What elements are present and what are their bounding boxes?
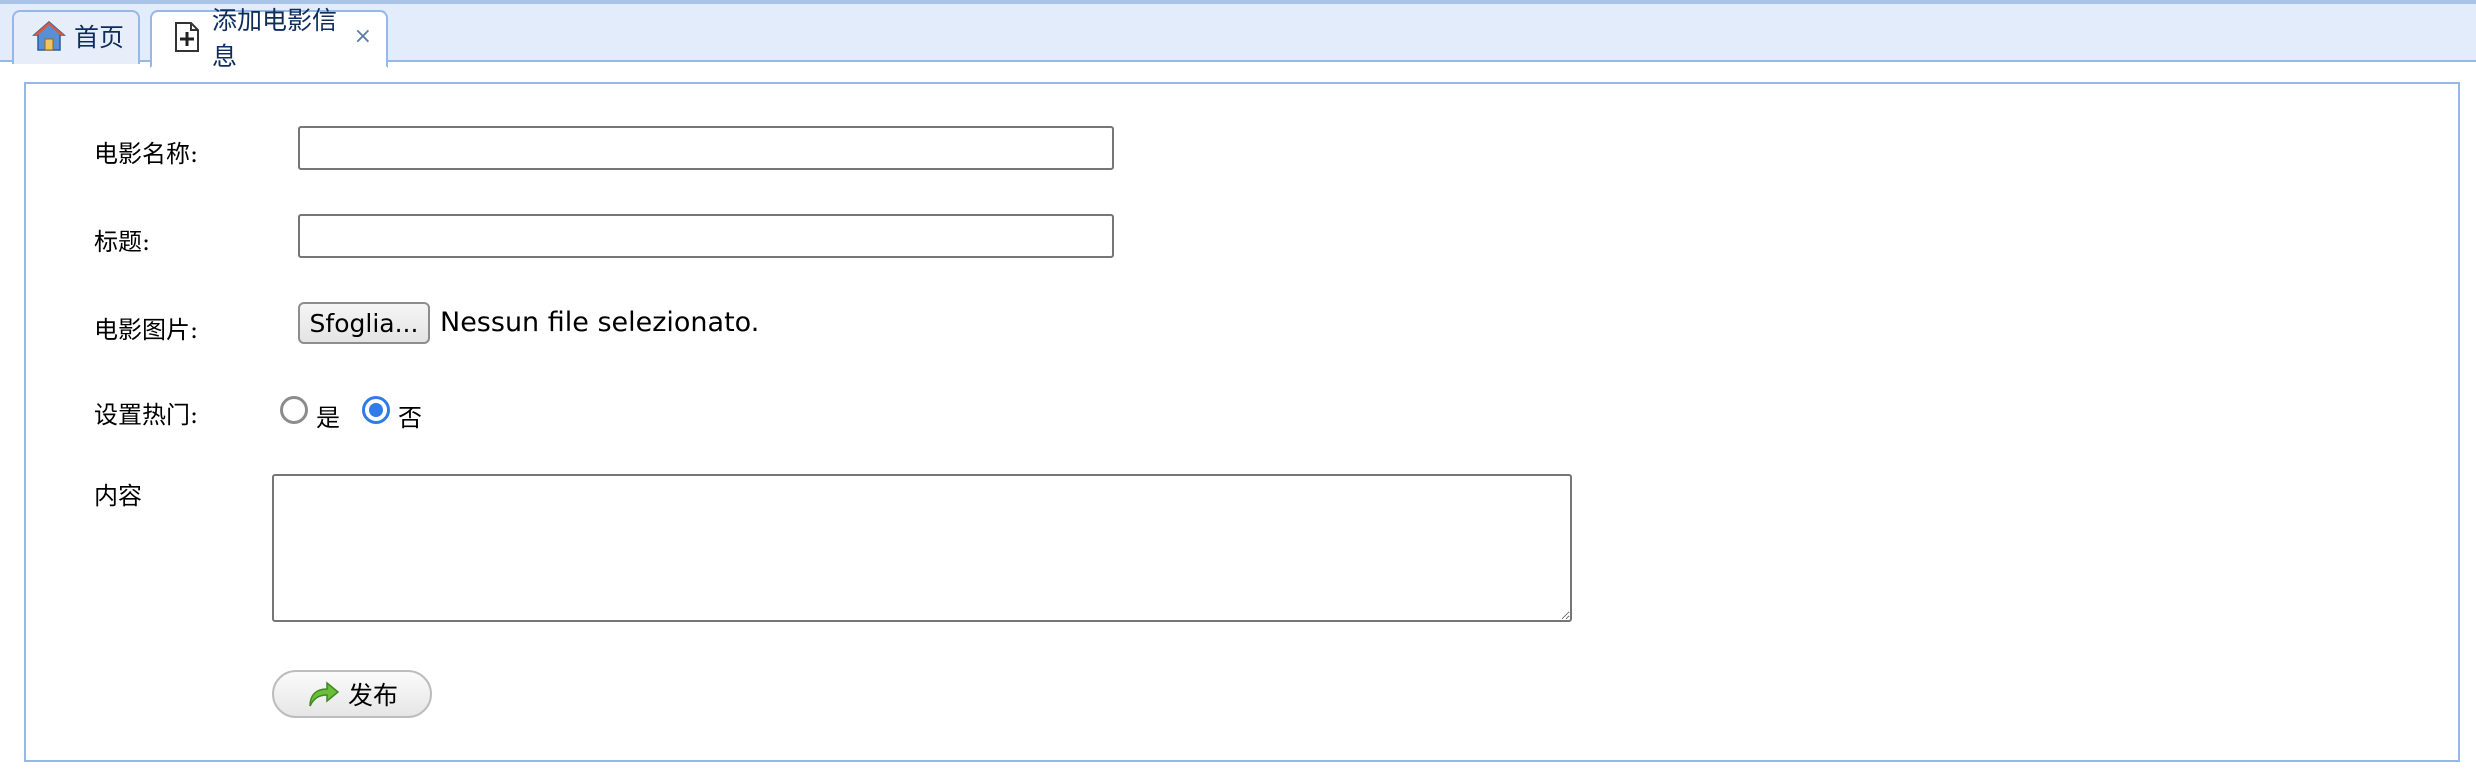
set-hot-label: 设置热门: [94, 401, 199, 429]
browse-file-button[interactable]: Sfoglia... [298, 302, 430, 344]
movie-name-input[interactable] [298, 126, 1114, 170]
tab-home[interactable]: 首页 [12, 10, 140, 64]
movie-name-label: 电影名称: [94, 140, 199, 168]
title-input[interactable] [298, 214, 1114, 258]
hot-no-radio[interactable] [362, 396, 390, 424]
file-status-text: Nessun file selezionato. [440, 307, 760, 338]
hot-no-label: 否 [398, 404, 422, 432]
hot-yes-radio[interactable] [280, 396, 308, 424]
title-label: 标题: [94, 228, 151, 256]
close-icon[interactable]: × [354, 26, 372, 48]
form-panel: 电影名称: 标题: 电影图片: Sfoglia... Nessun file s… [24, 82, 2460, 762]
hot-yes-label: 是 [316, 404, 340, 432]
publish-button-label: 发布 [347, 681, 398, 710]
content-textarea[interactable] [272, 474, 1572, 622]
tab-add-movie[interactable]: 添加电影信息 × [150, 6, 388, 71]
home-icon [31, 19, 67, 53]
tab-home-label: 首页 [74, 23, 125, 52]
tab-add-movie-label: 添加电影信息 [212, 6, 338, 71]
movie-image-label: 电影图片: [94, 316, 199, 344]
add-document-icon [170, 20, 204, 54]
publish-button[interactable]: 发布 [272, 670, 432, 718]
redo-arrow-icon [306, 679, 340, 709]
content-label: 内容 [94, 482, 142, 510]
tab-bar: 首页 添加电影信息 × [0, 4, 2476, 71]
